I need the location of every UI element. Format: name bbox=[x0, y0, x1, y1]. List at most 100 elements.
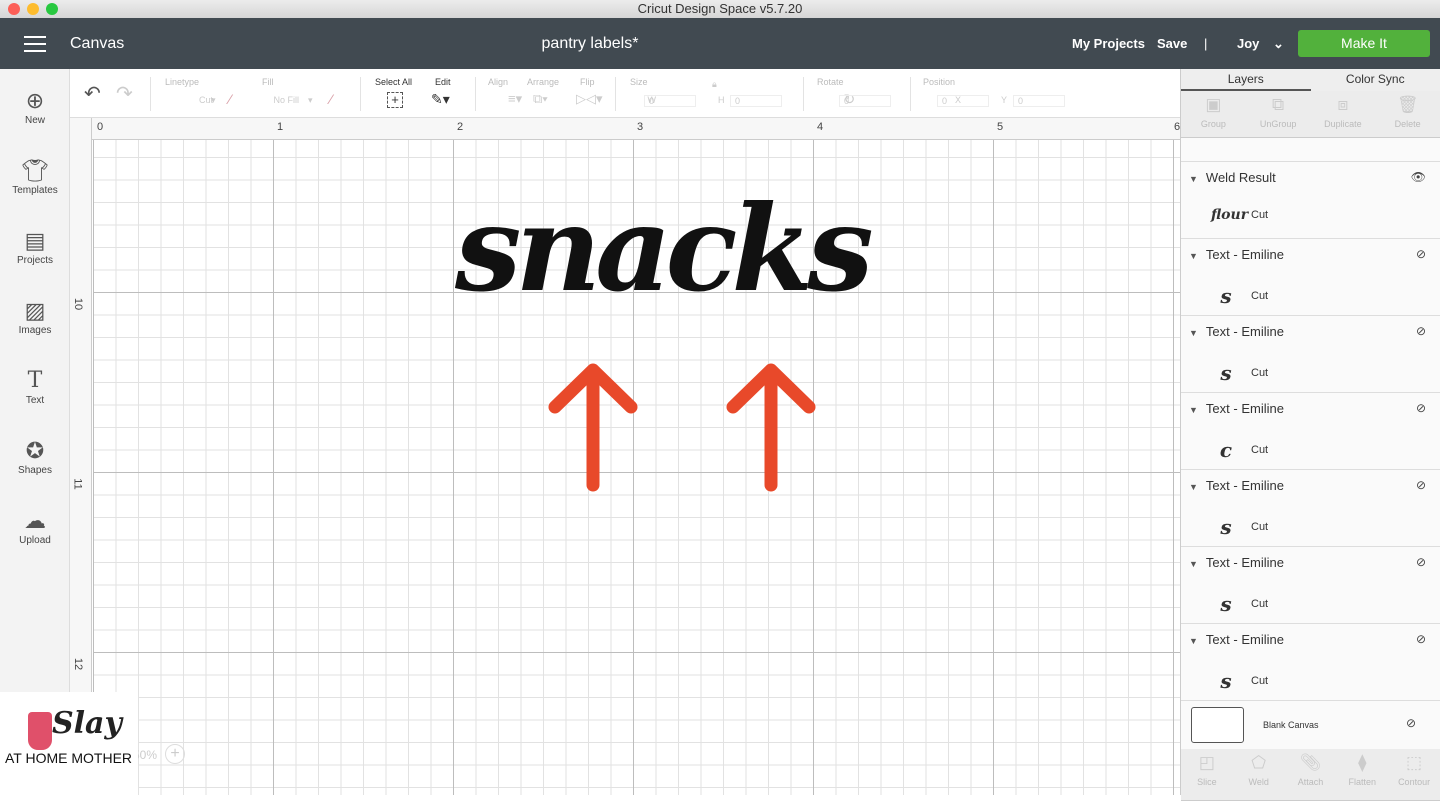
layer-header[interactable]: ▼ Text - Emiline bbox=[1189, 478, 1284, 493]
caret-down-icon[interactable]: ▼ bbox=[1189, 174, 1198, 184]
width-input[interactable]: 0 bbox=[644, 95, 696, 107]
linetype-dropdown[interactable]: LinetypeCut▾⁄ bbox=[165, 77, 199, 87]
contour-button[interactable]: ⬚Contour bbox=[1388, 749, 1440, 800]
slice-button[interactable]: ◰Slice bbox=[1181, 749, 1233, 800]
layer-row[interactable]: ▼Text - Emiline ⊘ sCut bbox=[1181, 547, 1440, 624]
eye-hidden-icon[interactable]: ⊘ bbox=[1416, 324, 1426, 338]
layer-name: Text - Emiline bbox=[1206, 632, 1284, 647]
layer-row[interactable]: ▼Weld Result 👁︎ flourCut bbox=[1181, 162, 1440, 239]
canvas-color-swatch[interactable] bbox=[1191, 707, 1244, 743]
text-icon: T bbox=[0, 367, 70, 395]
snacks-text-object[interactable]: snacks bbox=[455, 190, 868, 308]
blank-canvas-row[interactable]: Blank Canvas ⊘ bbox=[1181, 701, 1440, 749]
chevron-down-icon: ⌄ bbox=[1273, 36, 1284, 51]
minimize-window-button[interactable] bbox=[27, 3, 39, 15]
layer-header[interactable]: ▼Text - Emiline bbox=[1189, 324, 1284, 339]
save-button[interactable]: Save bbox=[1157, 36, 1187, 51]
select-all-button[interactable]: Select All+ bbox=[375, 77, 412, 87]
layer-header[interactable]: ▼Weld Result bbox=[1189, 170, 1276, 185]
fill-swatch-icon[interactable]: ⁄ bbox=[330, 91, 332, 107]
sidebar-item-shapes[interactable]: ✪Shapes bbox=[0, 437, 70, 476]
sidebar-item-upload[interactable]: ☁Upload bbox=[0, 507, 70, 546]
design-canvas[interactable]: snacks 50% + bbox=[93, 140, 1180, 795]
layer-header[interactable]: ▼ Text - Emiline bbox=[1189, 401, 1284, 416]
tab-color-sync[interactable]: Color Sync bbox=[1311, 69, 1440, 91]
maximize-window-button[interactable] bbox=[46, 3, 58, 15]
tool-label: Group bbox=[1201, 119, 1226, 129]
ungroup-button[interactable]: ⧉UnGroup bbox=[1246, 91, 1311, 137]
color-swatch-icon[interactable]: ⁄ bbox=[229, 91, 231, 107]
arrow-up-icon bbox=[733, 370, 809, 485]
rotate-group: Rotate↻0 bbox=[817, 77, 844, 87]
flip-button[interactable]: Flip▷◁▾ bbox=[580, 77, 595, 87]
caret-down-icon[interactable]: ▼ bbox=[1189, 405, 1198, 415]
rotate-label: Rotate bbox=[817, 77, 844, 87]
duplicate-button[interactable]: ⧈Duplicate bbox=[1311, 91, 1376, 137]
layer-thumbnail: c bbox=[1211, 438, 1241, 462]
caret-down-icon[interactable]: ▼ bbox=[1189, 482, 1198, 492]
layer-row[interactable]: ▼Text - Emiline ⊘ sCut bbox=[1181, 316, 1440, 393]
eye-hidden-icon[interactable]: ⊘ bbox=[1416, 632, 1426, 646]
flatten-button[interactable]: ⧫Flatten bbox=[1336, 749, 1388, 800]
group-button[interactable]: ▣Group bbox=[1181, 91, 1246, 137]
layer-list[interactable]: ▼Weld Result 👁︎ flourCut▼Text - Emiline … bbox=[1181, 162, 1440, 701]
edit-button[interactable]: Edit✎▾ bbox=[435, 77, 451, 87]
my-projects-button[interactable]: My Projects bbox=[1072, 36, 1145, 51]
layer-row[interactable]: ▼Text - Emiline ⊘ sCut bbox=[1181, 239, 1440, 316]
caret-down-icon[interactable]: ▼ bbox=[1189, 559, 1198, 569]
layer-thumbnail: s bbox=[1211, 515, 1241, 539]
select-all-label: Select All bbox=[375, 77, 412, 87]
eye-hidden-icon[interactable]: ⊘ bbox=[1416, 555, 1426, 569]
weld-icon: ⬠ bbox=[1233, 749, 1285, 777]
align-button[interactable]: Align≡▾ bbox=[488, 77, 508, 87]
rotate-input[interactable]: 0 bbox=[839, 95, 891, 107]
user-menu[interactable]: Joy ⌄ bbox=[1237, 36, 1284, 52]
project-name: pantry labels* bbox=[0, 35, 1180, 53]
redo-icon[interactable]: ↷ bbox=[116, 81, 133, 106]
layer-thumbnail: s bbox=[1211, 361, 1241, 385]
tab-layers[interactable]: Layers bbox=[1181, 69, 1311, 91]
title-bar: Cricut Design Space v5.7.20 bbox=[0, 0, 1440, 18]
eye-hidden-icon[interactable]: ⊘ bbox=[1406, 716, 1416, 730]
layer-name: Text - Emiline bbox=[1206, 478, 1284, 493]
caret-down-icon[interactable]: ▼ bbox=[1189, 328, 1198, 338]
layer-row[interactable]: ▼Text - Emiline ⊘ sCut bbox=[1181, 470, 1440, 547]
layer-operation: Cut bbox=[1251, 675, 1268, 687]
caret-down-icon[interactable]: ▼ bbox=[1189, 636, 1198, 646]
sidebar-item-images[interactable]: ▨Images bbox=[0, 297, 70, 336]
layer-header[interactable]: ▼Text - Emiline bbox=[1189, 555, 1284, 570]
sidebar-item-templates[interactable]: 👕︎Templates bbox=[0, 157, 70, 196]
y-input[interactable]: 0 bbox=[1013, 95, 1065, 107]
attach-button[interactable]: 📎︎Attach bbox=[1285, 749, 1337, 800]
sidebar-item-projects[interactable]: ▤Projects bbox=[0, 227, 70, 266]
close-window-button[interactable] bbox=[8, 3, 20, 15]
layer-name: Text - Emiline bbox=[1206, 401, 1284, 416]
layer-row[interactable]: ▼Text - Emiline ⊘ sCut bbox=[1181, 624, 1440, 701]
plus-circle-icon: ⊕ bbox=[0, 87, 70, 115]
arrange-button[interactable]: Arrange⧉▾ bbox=[527, 77, 559, 87]
zoom-in-button[interactable]: + bbox=[165, 744, 185, 764]
eye-hidden-icon[interactable]: ⊘ bbox=[1416, 478, 1426, 492]
sidebar-item-new[interactable]: ⊕New bbox=[0, 87, 70, 126]
layer-header[interactable]: ▼ Text - Emiline bbox=[1189, 632, 1284, 647]
weld-button[interactable]: ⬠Weld bbox=[1233, 749, 1285, 800]
height-input[interactable]: 0 bbox=[730, 95, 782, 107]
undo-icon[interactable]: ↶ bbox=[84, 81, 101, 106]
ungroup-icon: ⧉ bbox=[1246, 91, 1311, 119]
make-it-button[interactable]: Make It bbox=[1298, 30, 1430, 57]
eye-icon[interactable]: 👁︎ bbox=[1411, 170, 1426, 184]
layer-row[interactable]: ▼Text - Emiline ⊘ cCut bbox=[1181, 393, 1440, 470]
eye-hidden-icon[interactable]: ⊘ bbox=[1416, 401, 1426, 415]
eye-hidden-icon[interactable]: ⊘ bbox=[1416, 247, 1426, 261]
delete-button[interactable]: 🗑︎Delete bbox=[1375, 91, 1440, 137]
layers-panel: Layers Color Sync ▣Group ⧉UnGroup ⧈Dupli… bbox=[1180, 69, 1440, 795]
ruler-label: 10 bbox=[72, 298, 84, 310]
layer-header[interactable]: ▼Text - Emiline bbox=[1189, 247, 1284, 262]
caret-down-icon[interactable]: ▼ bbox=[1189, 251, 1198, 261]
lock-icon[interactable]: 🔒︎ bbox=[712, 79, 717, 90]
fill-dropdown[interactable]: FillNo Fill▾⁄ bbox=[262, 77, 274, 87]
x-input[interactable]: 0 bbox=[937, 95, 989, 107]
sidebar-item-text[interactable]: TText bbox=[0, 367, 70, 406]
select-all-icon: + bbox=[387, 92, 403, 108]
size-group: Size W0 H0 🔒︎ bbox=[630, 77, 648, 87]
